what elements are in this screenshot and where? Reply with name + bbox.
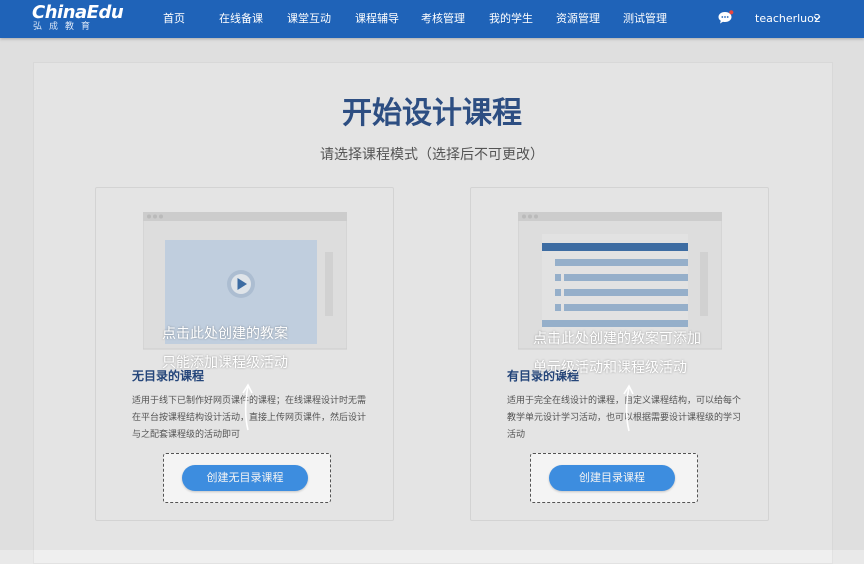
- nav-item-online-prep[interactable]: 在线备课: [219, 0, 263, 38]
- hint-line: 单元级活动和课程级活动: [533, 360, 687, 376]
- chat-bubble-icon[interactable]: [717, 10, 734, 26]
- page-title: 开始设计课程: [342, 96, 522, 131]
- logo-text-cn: 弘成教育: [33, 22, 98, 32]
- chevron-down-icon[interactable]: [813, 14, 821, 22]
- nav-item-resources[interactable]: 资源管理: [556, 0, 600, 38]
- hint-arrow-icon: [623, 384, 634, 432]
- logo-text-en: ChinaEdu: [32, 2, 124, 23]
- nav-item-home[interactable]: 首页: [163, 0, 185, 38]
- hint-line: 只能添加课程级活动: [162, 355, 288, 371]
- tutorial-hint-left: 点击此处创建的教案 只能添加课程级活动: [162, 320, 288, 378]
- hint-line: 点击此处创建的教案: [162, 326, 288, 342]
- page-subtitle: 请选择课程模式（选择后不可更改）: [320, 147, 544, 163]
- create-outline-course-button[interactable]: 创建目录课程: [549, 465, 675, 491]
- create-no-outline-course-button[interactable]: 创建无目录课程: [182, 465, 308, 491]
- top-navbar: ChinaEdu 弘成教育 首页 在线备课 课堂互动 课程辅导 考核管理 我的学…: [0, 0, 864, 38]
- nav-item-assessment[interactable]: 考核管理: [421, 0, 465, 38]
- highlight-frame: 创建无目录课程: [163, 453, 331, 503]
- nav-item-my-students[interactable]: 我的学生: [489, 0, 533, 38]
- user-menu-name[interactable]: teacherluo2: [755, 0, 821, 38]
- nav-item-tests[interactable]: 测试管理: [623, 0, 667, 38]
- chinaedu-logo[interactable]: ChinaEdu 弘成教育: [32, 2, 124, 35]
- tutorial-hint-right: 点击此处创建的教案可添加 单元级活动和课程级活动: [533, 325, 701, 383]
- highlight-frame: 创建目录课程: [530, 453, 698, 503]
- hint-line: 点击此处创建的教案可添加: [533, 331, 701, 347]
- nav-item-course-tutoring[interactable]: 课程辅导: [355, 0, 399, 38]
- hint-arrow-icon: [242, 383, 253, 431]
- nav-item-classroom-interaction[interactable]: 课堂互动: [287, 0, 331, 38]
